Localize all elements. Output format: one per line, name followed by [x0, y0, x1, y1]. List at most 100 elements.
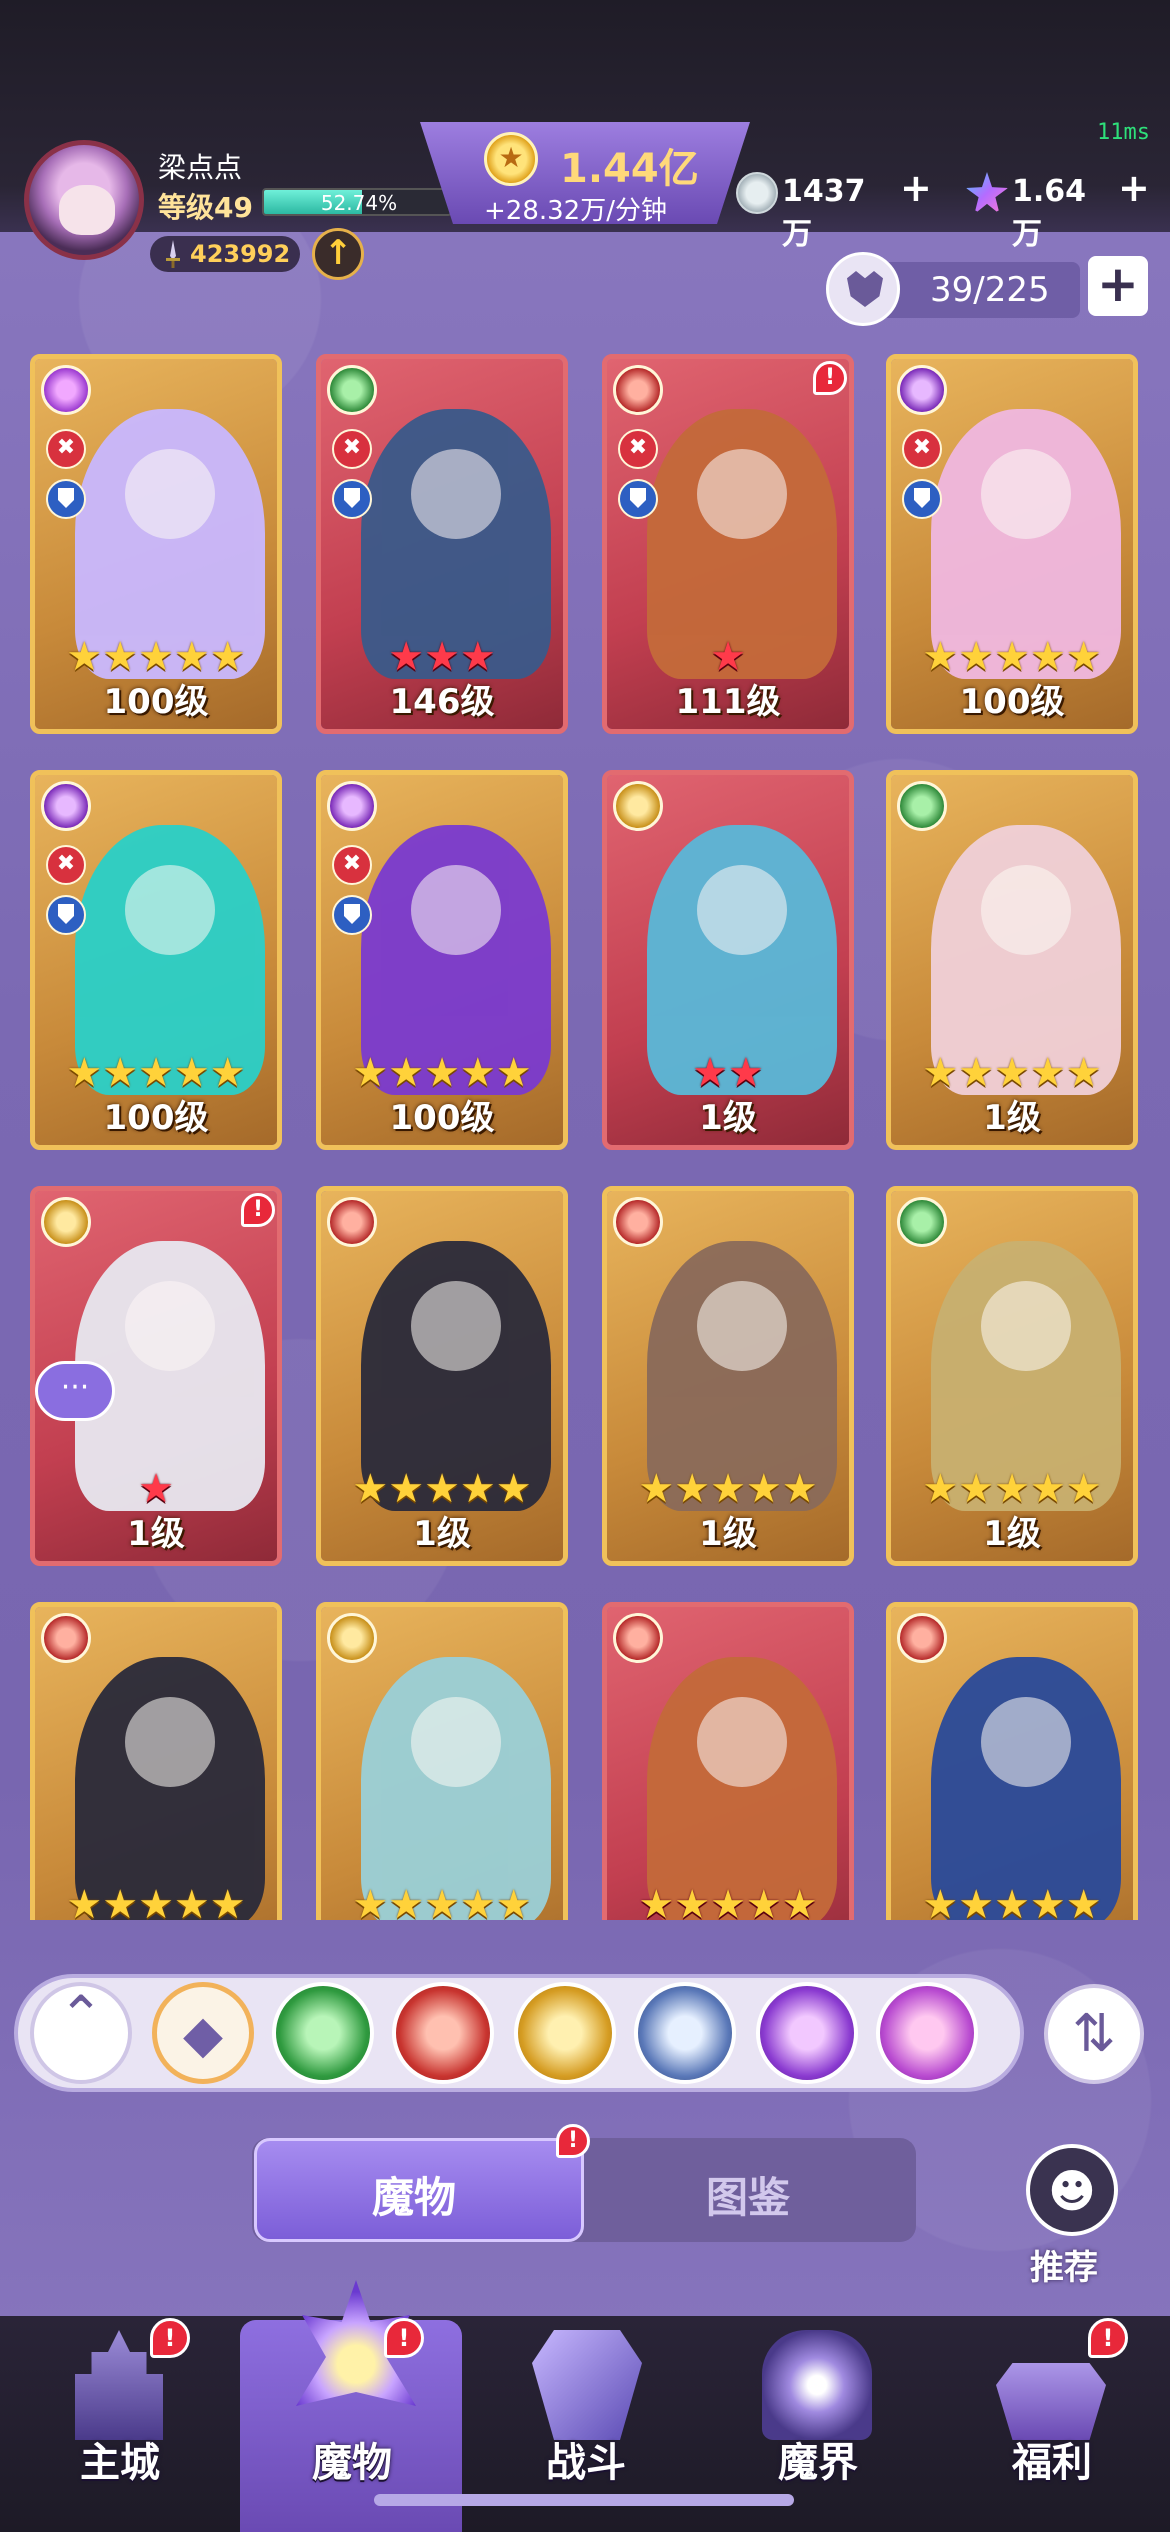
defense-role-icon — [46, 895, 86, 935]
star-rating: ★★★★★ — [66, 1050, 246, 1096]
monster-card[interactable]: ★★★★★100级 — [886, 354, 1138, 734]
attack-role-icon — [46, 845, 86, 885]
nav-welfare[interactable]: 福利 — [972, 2430, 1132, 2488]
monster-card[interactable]: ★★★★★ 1级 — [316, 1186, 568, 1566]
demon-faction-icon — [613, 365, 663, 415]
monster-level: 1级 — [413, 1514, 471, 1554]
defense-role-icon — [332, 479, 372, 519]
monster-portrait — [75, 1657, 265, 1920]
monster-capacity-icon — [826, 252, 900, 326]
gold-rate: +28.32万/分钟 — [484, 196, 667, 226]
gold-coin-icon — [484, 132, 538, 186]
monster-card[interactable]: ★★★★★ 1级 — [886, 1186, 1138, 1566]
nature-faction-icon — [327, 365, 377, 415]
star-rating: ★★★★★ — [922, 1050, 1102, 1096]
attack-role-icon — [332, 429, 372, 469]
star-rating: ★★★★★ — [922, 1466, 1102, 1512]
attack-role-icon — [46, 429, 86, 469]
gem-amount: 1.64万 — [1012, 174, 1087, 252]
attack-role-icon — [332, 845, 372, 885]
eye-faction-icon — [41, 781, 91, 831]
card-alert-badge: ! — [813, 361, 847, 395]
demon-faction-icon — [897, 1613, 947, 1663]
monster-level: 100级 — [389, 1098, 495, 1138]
demon-faction-icon — [327, 1197, 377, 1247]
collapse-filter-button[interactable] — [30, 1982, 132, 2084]
star-rating: ★★★★★ — [352, 1882, 532, 1920]
filter-nature-button[interactable] — [272, 1982, 374, 2084]
monster-card[interactable]: ★★★★★100级 — [30, 354, 282, 734]
exp-bar: 52.74% — [262, 188, 452, 216]
attack-role-icon — [618, 429, 658, 469]
star-rating: ★★★★★ — [352, 1050, 532, 1096]
filter-demon-button[interactable] — [392, 1982, 494, 2084]
sort-button[interactable] — [1044, 1984, 1144, 2084]
player-level: 等级49 — [158, 191, 253, 224]
monster-portrait — [361, 1657, 551, 1920]
monster-level: 100级 — [959, 682, 1065, 722]
sword-icon — [166, 240, 180, 268]
time-faction-icon — [327, 1613, 377, 1663]
monster-card[interactable]: ★★★★★100级 — [316, 770, 568, 1150]
monster-level: 100级 — [103, 682, 209, 722]
tab-alert-badge: ! — [556, 2124, 590, 2158]
monster-card[interactable]: ★★★★★ — [30, 1602, 282, 1920]
star-rating: ★★★★★ — [638, 1466, 818, 1512]
monster-card[interactable]: ★111级! — [602, 354, 854, 734]
chat-bubble-icon[interactable]: ··· — [35, 1361, 115, 1421]
capacity-count: 39/225 — [930, 270, 1050, 310]
star-rating: ★★★★★ — [66, 634, 246, 680]
star-rating: ★★ — [692, 1050, 764, 1096]
demon-faction-icon — [41, 1613, 91, 1663]
demon-faction-icon — [613, 1613, 663, 1663]
filter-time-button[interactable] — [514, 1982, 616, 2084]
monster-card[interactable]: ★★★★★ — [886, 1602, 1138, 1920]
monster-card[interactable]: ★★ 1级 — [602, 770, 854, 1150]
realm-icon[interactable] — [762, 2330, 872, 2440]
nav-battle[interactable]: 战斗 — [506, 2430, 666, 2488]
star-rating: ★★★★★ — [922, 1882, 1102, 1920]
nav-realm[interactable]: 魔界 — [738, 2430, 898, 2488]
monster-card[interactable]: ★★★★★ — [316, 1602, 568, 1920]
tab-codex[interactable]: 图鉴 — [706, 2164, 790, 2225]
defense-role-icon — [46, 479, 86, 519]
monster-card[interactable]: ★★★★★ — [602, 1602, 854, 1920]
defense-role-icon — [332, 895, 372, 935]
monster-level: 1级 — [127, 1514, 185, 1554]
monster-level: 100级 — [103, 1098, 209, 1138]
monster-level: 1级 — [699, 1098, 757, 1138]
star-rating: ★★★★★ — [66, 1882, 246, 1920]
monster-level: 1级 — [983, 1098, 1041, 1138]
monster-grid: ★★★★★100级★★★146级★111级!★★★★★100级★★★★★100级… — [30, 354, 1150, 1920]
filter-dragon-button[interactable] — [634, 1982, 736, 2084]
power-value: 423992 — [190, 240, 291, 268]
recommend-label: 推荐 — [1030, 2248, 1098, 2288]
recommend-icon[interactable] — [1026, 2144, 1118, 2236]
time-faction-icon — [613, 781, 663, 831]
silver-amount: 1437万 — [782, 174, 866, 252]
defense-role-icon — [618, 479, 658, 519]
eye-faction-icon — [327, 781, 377, 831]
monster-card[interactable]: ★★★★★ 1级 — [886, 770, 1138, 1150]
time-faction-icon — [41, 1197, 91, 1247]
exp-percent: 52.74% — [320, 191, 398, 215]
filter-eye-button[interactable] — [756, 1982, 858, 2084]
star-rating: ★ — [138, 1466, 174, 1512]
monster-card[interactable]: ★★★★★100级 — [30, 770, 282, 1150]
player-avatar-button[interactable] — [14, 130, 154, 270]
add-gem-button[interactable]: + — [1118, 166, 1150, 210]
filter-arcane-button[interactable] — [876, 1982, 978, 2084]
attack-role-icon — [902, 429, 942, 469]
defense-role-icon — [902, 479, 942, 519]
expand-capacity-button[interactable]: + — [1088, 256, 1148, 316]
monster-card[interactable]: ★ 1级! ··· — [30, 1186, 282, 1566]
avatar — [24, 140, 144, 260]
add-silver-button[interactable]: + — [900, 166, 932, 210]
monster-card[interactable]: ★★★146级 — [316, 354, 568, 734]
monster-level: 111级 — [675, 682, 781, 722]
upgrade-button[interactable] — [312, 228, 364, 280]
nav-monsters[interactable]: 魔物 — [272, 2430, 432, 2488]
filter-all-button[interactable] — [152, 1982, 254, 2084]
monster-card[interactable]: ★★★★★ 1级 — [602, 1186, 854, 1566]
nav-main-city[interactable]: 主城 — [40, 2430, 200, 2488]
